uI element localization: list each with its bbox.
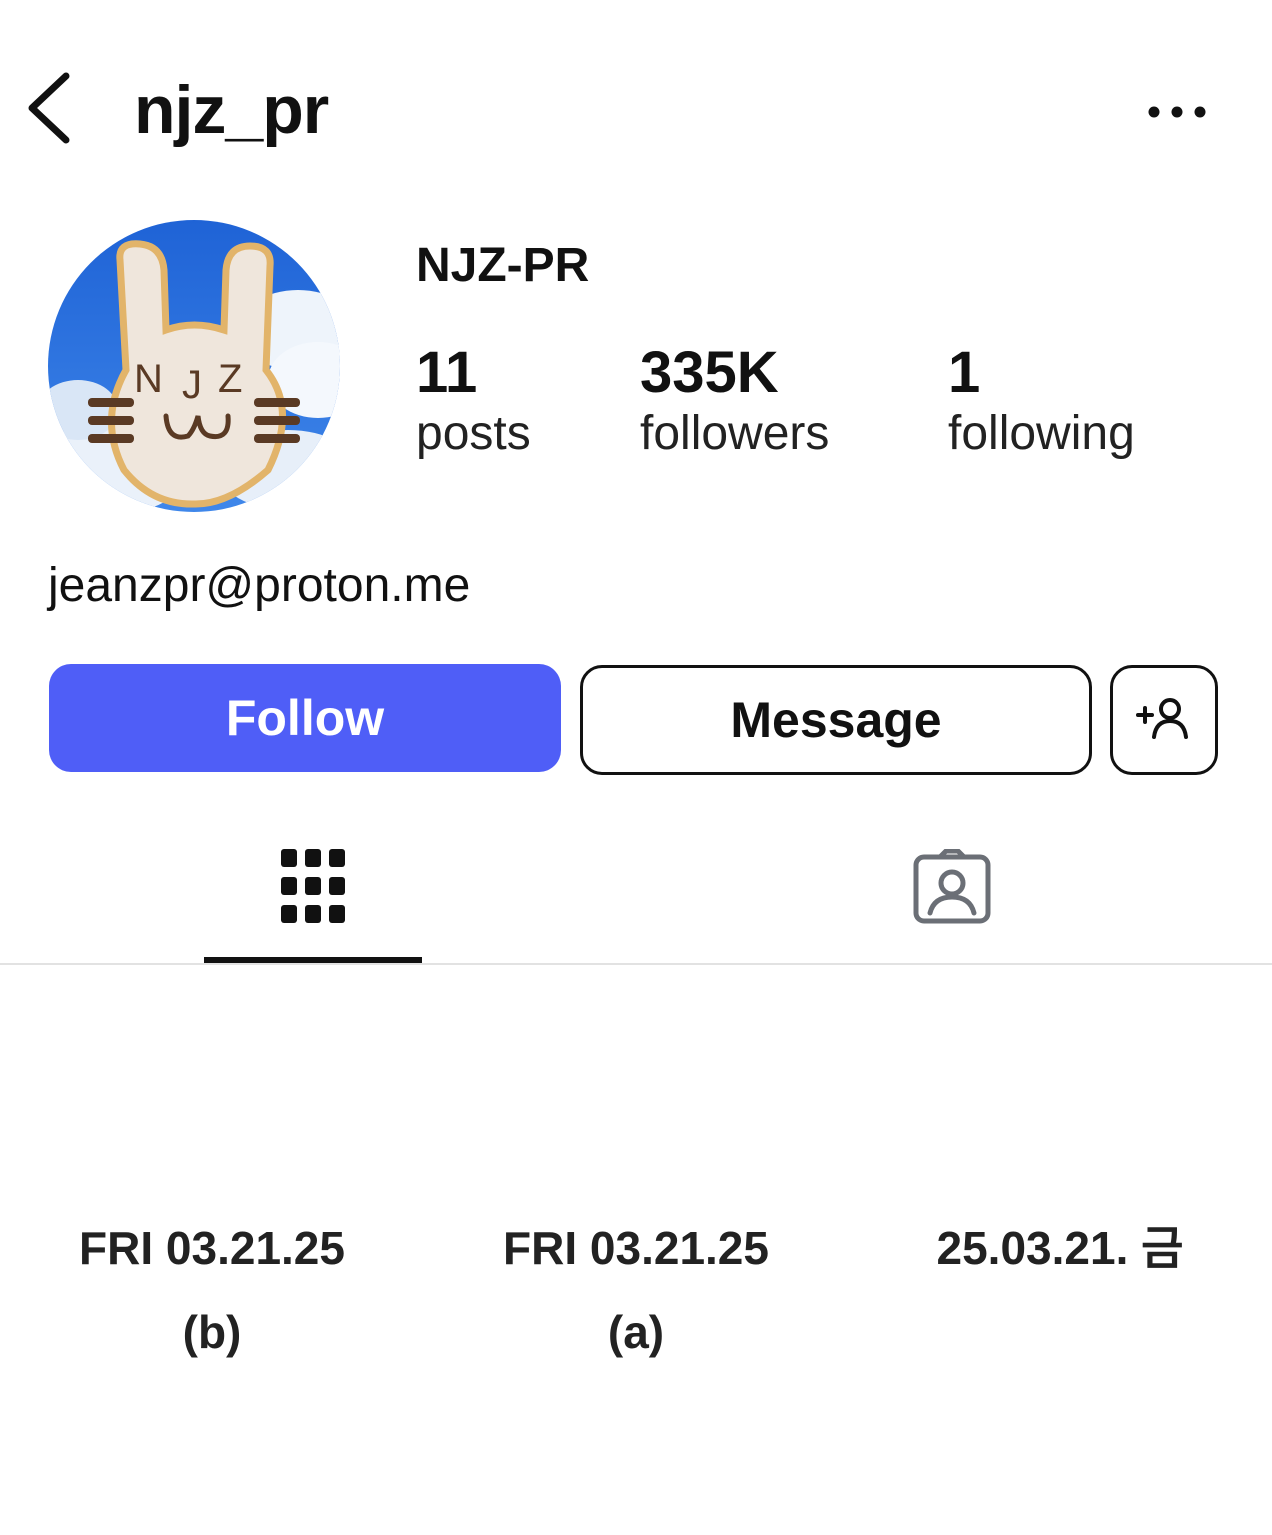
profile-username: njz_pr xyxy=(134,72,329,148)
post-date: FRI 03.21.25 xyxy=(503,1222,769,1274)
post-date: 25.03.21. 금 xyxy=(936,1222,1184,1274)
suggested-users-button[interactable] xyxy=(1110,665,1218,775)
follow-button[interactable]: Follow xyxy=(49,664,561,772)
stat-value: 335K xyxy=(640,340,779,405)
following-count[interactable]: 1 following xyxy=(948,340,1135,462)
post-thumbnail[interactable]: FRI 03.21.25 (b) xyxy=(0,1218,424,1362)
post-date: FRI 03.21.25 xyxy=(79,1222,345,1274)
stat-value: 11 xyxy=(416,340,478,405)
grid-icon xyxy=(281,848,345,932)
back-chevron-icon[interactable] xyxy=(22,68,78,148)
post-caption: (b) xyxy=(182,1306,242,1358)
stat-label: followers xyxy=(640,407,830,460)
followers-count[interactable]: 335K followers xyxy=(640,340,829,462)
tab-tagged[interactable] xyxy=(850,820,1054,960)
post-thumbnail[interactable]: FRI 03.21.25 (a) xyxy=(424,1218,848,1362)
stat-label: following xyxy=(948,407,1135,460)
svg-text:J: J xyxy=(182,363,202,407)
post-caption: (a) xyxy=(607,1306,665,1358)
stat-value: 1 xyxy=(948,340,981,405)
message-button[interactable]: Message xyxy=(580,665,1092,775)
tagged-user-icon xyxy=(912,848,992,932)
add-user-icon xyxy=(1134,695,1194,746)
posts-count: 11 posts xyxy=(416,340,531,462)
tab-divider xyxy=(0,963,1272,965)
tab-posts-grid[interactable] xyxy=(204,820,422,960)
svg-text:N: N xyxy=(134,357,163,401)
post-thumbnail[interactable]: 25.03.21. 금 xyxy=(848,1218,1272,1302)
svg-text:Z: Z xyxy=(218,357,242,401)
stat-label: posts xyxy=(416,407,531,460)
bio-email: jeanzpr@proton.me xyxy=(48,559,471,612)
display-name: NJZ-PR xyxy=(416,239,590,292)
avatar[interactable]: N J Z xyxy=(48,220,340,512)
more-options-icon[interactable] xyxy=(1140,92,1210,132)
